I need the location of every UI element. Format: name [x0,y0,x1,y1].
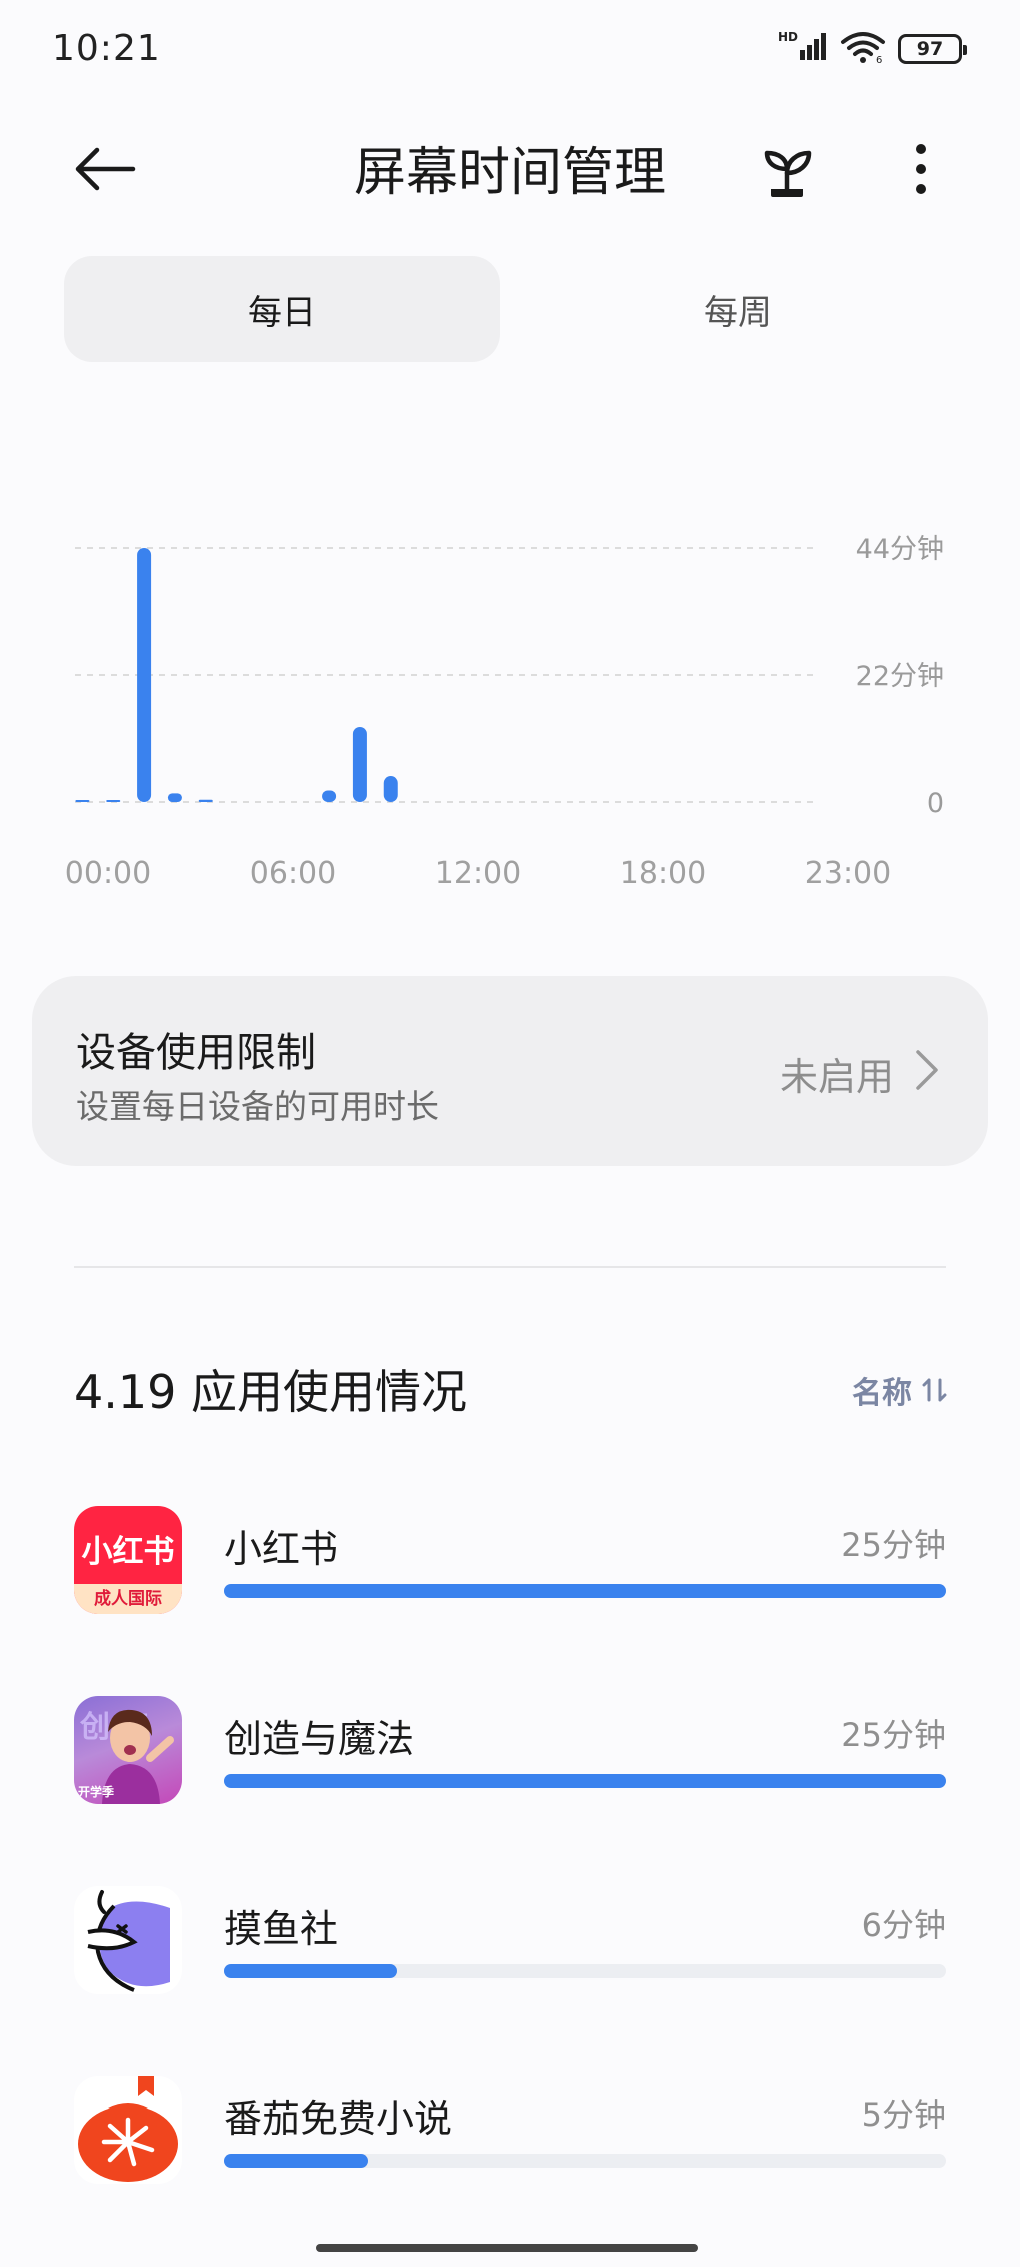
app-row-fanqie[interactable]: 番茄免费小说 5分钟 [0,2076,1020,2226]
app-name: 小红书 [224,1527,339,1571]
chart-bar [75,800,90,802]
sprout-button[interactable] [752,134,822,204]
status-time: 10:21 [52,28,161,69]
chart-x-tick-label: 18:00 [620,856,706,891]
usage-bar-fill [224,1964,398,1978]
signal-icon: HD [778,30,828,68]
sort-button[interactable]: 名称 [852,1368,948,1412]
usage-chart-svg: 44分钟 22分钟 0 00:00 06:00 12:00 18:00 23:00 [65,534,944,891]
tab-daily[interactable]: 每日 [64,256,500,362]
limit-subtitle: 设置每日设备的可用时长 [76,1087,439,1126]
more-vertical-icon [916,144,926,194]
usage-bar-fill [224,1774,946,1788]
chart-x-tick-label: 23:00 [805,856,891,891]
svg-text:6: 6 [876,55,882,64]
app-time: 25分钟 [841,1526,946,1564]
page-title: 屏幕时间管理 [353,143,666,203]
usage-bar-track [224,2154,946,2168]
sort-icon [922,1378,947,1402]
chart-bar [352,726,367,802]
usage-bar-fill [224,1584,946,1598]
app-name: 摸鱼社 [224,1907,339,1951]
app-row-moyushe[interactable]: 摸鱼社 6分钟 [0,1886,1020,2036]
divider [74,1266,946,1268]
network-label: HD [778,30,798,44]
usage-chart: 44分钟 22分钟 0 00:00 06:00 12:00 18:00 23:00 [0,500,1020,920]
chart-bar [137,548,152,802]
fish-icon [74,1886,182,1994]
limit-status: 未启用 [779,1055,894,1099]
chart-y-tick-label: 0 [927,788,944,819]
app-name: 创造与魔法 [224,1717,415,1761]
usage-bar-fill [224,2154,369,2168]
more-button[interactable] [886,134,956,204]
chart-x-tick-label: 06:00 [250,856,336,891]
usage-bar-track [224,1584,946,1598]
chart-bar [198,799,213,802]
chart-x-tick-label: 00:00 [65,856,151,891]
chart-x-tick-label: 12:00 [435,856,521,891]
usage-section-title: 4.19 应用使用情况 [74,1365,468,1419]
header: 屏幕时间管理 [0,110,1020,220]
period-tabs: 每日 每周 [64,256,956,362]
tab-weekly[interactable]: 每周 [520,256,956,362]
chart-y-tick-label: 22分钟 [856,661,944,692]
sprout-icon [764,150,812,197]
chart-bar [383,776,398,802]
app-time: 5分钟 [861,2096,946,2134]
app-row-chuangzao[interactable]: 创魔 开学季 创造与魔法 25分钟 [0,1696,1020,1846]
limit-title: 设备使用限制 [76,1030,316,1076]
xiaohongshu-icon: 小红书 成人国际 [74,1506,182,1614]
chart-bar [106,800,121,802]
battery-icon: 97 [898,34,967,64]
wifi-icon: 6 [840,30,886,68]
device-limit-card[interactable]: 设备使用限制 设置每日设备的可用时长 未启用 [32,976,988,1166]
status-icons: HD 6 97 [778,30,967,68]
tomato-icon [74,2076,182,2184]
chart-bar [322,790,337,802]
chart-bar [167,793,182,802]
sort-label: 名称 [852,1376,912,1411]
chart-y-tick-label: 44分钟 [856,534,944,565]
app-row-xiaohongshu[interactable]: 小红书 成人国际 小红书 25分钟 [0,1506,1020,1656]
app-time: 25分钟 [841,1716,946,1754]
chevron-right-icon [916,1050,938,1090]
home-indicator[interactable] [316,2244,698,2252]
usage-bar-track [224,1964,946,1978]
app-name: 番茄免费小说 [224,2097,453,2141]
app-time: 6分钟 [861,1906,946,1944]
chuangzao-icon: 创魔 开学季 [74,1696,182,1804]
usage-bar-track [224,1774,946,1788]
status-bar: 10:21 HD 6 97 [0,0,1020,100]
